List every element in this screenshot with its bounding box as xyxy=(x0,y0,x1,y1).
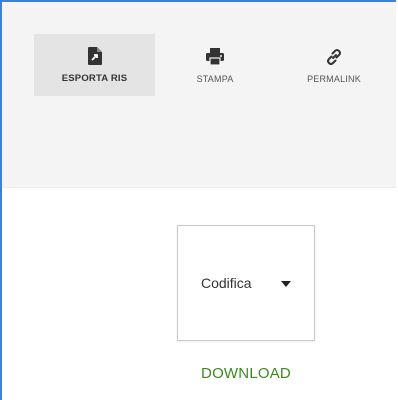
encoding-select[interactable]: Codifica xyxy=(177,225,315,341)
permalink-button[interactable]: PERMALINK xyxy=(284,34,384,96)
link-icon xyxy=(325,47,343,67)
export-ris-button[interactable]: ESPORTA RIS xyxy=(34,34,155,96)
file-export-icon xyxy=(87,46,102,66)
permalink-label: PERMALINK xyxy=(307,73,361,84)
printer-icon xyxy=(206,47,224,67)
print-label: STAMPA xyxy=(196,73,234,84)
export-ris-label: ESPORTA RIS xyxy=(61,73,128,84)
encoding-select-value: Codifica xyxy=(201,275,252,291)
download-button[interactable]: DOWNLOAD xyxy=(177,365,315,382)
print-button[interactable]: STAMPA xyxy=(170,34,260,96)
section-divider xyxy=(2,187,396,188)
action-toolbar: ESPORTA RIS STAMPA PERMALINK xyxy=(2,2,396,187)
caret-down-icon xyxy=(281,281,291,287)
